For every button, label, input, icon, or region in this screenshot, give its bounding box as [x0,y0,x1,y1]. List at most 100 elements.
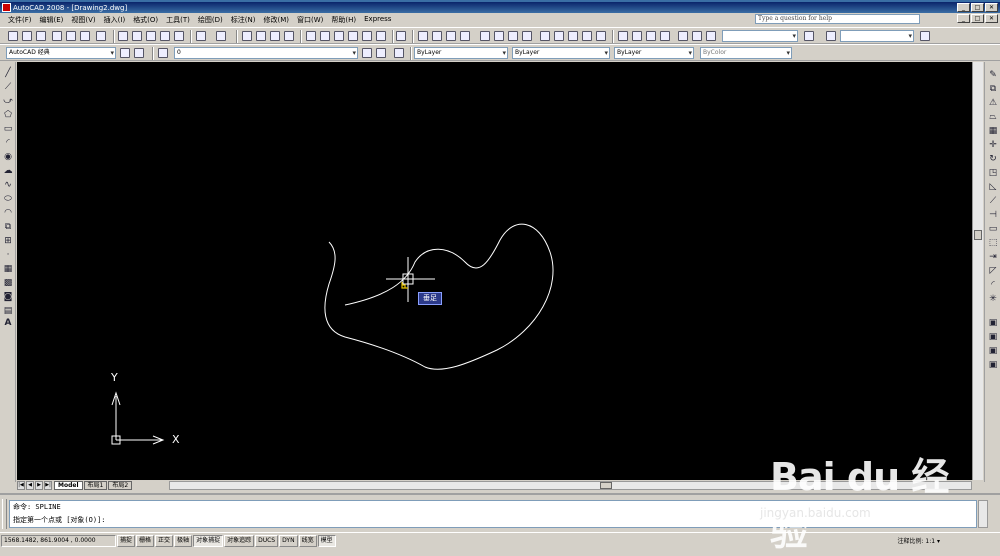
menu-help[interactable]: 帮助(H) [327,15,360,25]
explode-icon[interactable]: ✳ [988,294,998,304]
workspace-save-icon[interactable] [134,48,144,58]
copy-icon[interactable] [132,31,142,41]
gradient-icon[interactable]: ▩ [3,278,13,288]
draw-order-front-icon[interactable]: ▣ [988,318,998,328]
plot-icon[interactable] [52,31,62,41]
maximize-button[interactable]: □ [971,3,984,12]
menu-draw[interactable]: 绘图(D) [194,15,227,25]
help-icon[interactable] [396,31,406,41]
pan-icon[interactable] [242,31,252,41]
fillet-icon[interactable]: ◜ [988,280,998,290]
polygon-icon[interactable]: ⬠ [3,110,13,120]
horizontal-scroll-thumb[interactable] [600,482,612,489]
text-style-select[interactable] [840,30,914,42]
command-line[interactable]: 命令: SPLINE 指定第一个点或 [对象(O)]: [9,500,977,528]
command-window-grip[interactable] [2,499,7,529]
markup-icon[interactable] [362,31,372,41]
next-tab-arrow[interactable]: ▶ [35,481,43,490]
tolerance-icon[interactable] [618,31,628,41]
tab-layout1[interactable]: 布局1 [83,481,108,490]
undo-icon[interactable] [196,31,206,41]
block-editor-icon[interactable] [174,31,184,41]
save-icon[interactable] [36,31,46,41]
scale-icon[interactable]: ◳ [988,168,998,178]
grid-toggle[interactable]: 栅格 [136,535,155,547]
linetype-select[interactable]: ByLayer [512,47,610,59]
arc-icon[interactable]: ◜ [3,138,13,148]
break-icon[interactable]: ⬚ [988,238,998,248]
properties-icon[interactable] [306,31,316,41]
dim-ordinate-icon[interactable] [460,31,470,41]
cut-icon[interactable] [118,31,128,41]
dim-aligned-icon[interactable] [432,31,442,41]
command-scrollbar[interactable] [978,500,988,528]
rotate-icon[interactable]: ↻ [988,154,998,164]
dim-style-select[interactable] [722,30,798,42]
dim-space-icon[interactable] [582,31,592,41]
vertical-scrollbar[interactable] [972,62,983,480]
dim-radius-icon[interactable] [480,31,490,41]
annotation-scale[interactable]: 注释比例: 1:1 ▾ [897,536,940,545]
dim-linear-icon[interactable] [418,31,428,41]
mirror-icon[interactable]: ⚠ [988,98,998,108]
model-toggle[interactable]: 模型 [317,535,336,547]
osnap-toggle[interactable]: 对象捕捉 [193,535,224,547]
dim-edit-icon[interactable] [678,31,688,41]
otrack-toggle[interactable]: 对象追踪 [224,535,255,547]
dim-baseline-icon[interactable] [554,31,564,41]
doc-close-button[interactable]: ✕ [985,14,998,23]
menu-file[interactable]: 文件(F) [4,15,36,25]
make-block-icon[interactable]: ⊞ [3,236,13,246]
new-file-icon[interactable] [8,31,18,41]
region-icon[interactable]: ◙ [3,292,13,302]
plot-preview-icon[interactable] [66,31,76,41]
quickcalc-icon[interactable] [376,31,386,41]
multiline-text-icon[interactable]: A [3,318,13,328]
inspection-icon[interactable] [646,31,656,41]
dim-break-icon[interactable] [596,31,606,41]
construction-line-icon[interactable]: ⟋ [3,82,13,92]
tool-palettes-icon[interactable] [334,31,344,41]
vertical-scroll-thumb[interactable] [974,230,982,240]
dim-arc-icon[interactable] [446,31,456,41]
zoom-previous-icon[interactable] [284,31,294,41]
extend-icon[interactable]: ⊣ [988,210,998,220]
quick-dim-icon[interactable] [540,31,550,41]
table-icon[interactable]: ▤ [3,306,13,316]
match-properties-icon[interactable] [160,31,170,41]
layer-states-icon[interactable] [394,48,404,58]
circle-icon[interactable]: ◉ [3,152,13,162]
ellipse-arc-icon[interactable]: ◠ [3,208,13,218]
redo-icon[interactable] [216,31,226,41]
autocad-app-icon[interactable] [2,3,11,12]
paste-icon[interactable] [146,31,156,41]
line-icon[interactable]: ╱ [3,68,13,78]
zoom-realtime-icon[interactable] [256,31,266,41]
tab-model[interactable]: Model [54,481,83,490]
stretch-icon[interactable]: ◺ [988,182,998,192]
menu-express[interactable]: Express [360,15,395,25]
workspace-select[interactable]: AutoCAD 经典 [6,47,116,59]
coordinate-display[interactable]: 1568.1482, 861.9004 , 0.0000 [1,535,116,547]
sheet-set-icon[interactable] [348,31,358,41]
lineweight-toggle[interactable]: 线宽 [298,535,317,547]
draw-order-above-icon[interactable]: ▣ [988,346,998,356]
dim-jogged-icon[interactable] [494,31,504,41]
array-icon[interactable]: ▦ [988,126,998,136]
help-search-input[interactable]: Type a question for help [755,14,920,24]
first-tab-arrow[interactable]: |◀ [17,481,25,490]
dim-angular-icon[interactable] [522,31,532,41]
join-icon[interactable]: ⇥ [988,252,998,262]
text-style-icon[interactable] [826,31,836,41]
menu-edit[interactable]: 编辑(E) [36,15,68,25]
jogged-linear-icon[interactable] [660,31,670,41]
dim-continue-icon[interactable] [568,31,578,41]
trim-icon[interactable]: ⟋ [988,196,998,206]
last-tab-arrow[interactable]: ▶| [44,481,52,490]
dim-update-icon[interactable] [706,31,716,41]
horizontal-scrollbar[interactable] [169,481,972,490]
doc-restore-button[interactable]: □ [971,14,984,23]
publish-icon[interactable] [80,31,90,41]
table-style-icon[interactable] [920,31,930,41]
draw-order-back-icon[interactable]: ▣ [988,332,998,342]
